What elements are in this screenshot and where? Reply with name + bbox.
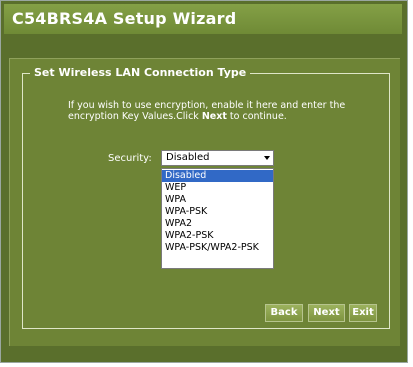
security-option-wpa-psk-wpa2-psk[interactable]: WPA-PSK/WPA2-PSK bbox=[162, 242, 273, 254]
description-text: If you wish to use encryption, enable it… bbox=[68, 100, 388, 122]
security-dropdown-list: Disabled WEP WPA WPA-PSK WPA2 WPA2-PSK W… bbox=[161, 168, 274, 269]
security-option-wep[interactable]: WEP bbox=[162, 182, 273, 194]
security-label: Security: bbox=[108, 153, 152, 164]
window-title: C54BRS4A Setup Wizard bbox=[4, 4, 402, 34]
security-option-wpa2[interactable]: WPA2 bbox=[162, 218, 273, 230]
exit-button[interactable]: Exit bbox=[349, 304, 377, 322]
next-button[interactable]: Next bbox=[308, 304, 345, 322]
security-option-wpa[interactable]: WPA bbox=[162, 194, 273, 206]
security-select[interactable]: Disabled bbox=[161, 150, 274, 166]
groupbox-legend: Set Wireless LAN Connection Type bbox=[30, 66, 251, 79]
security-selected-value: Disabled bbox=[166, 152, 210, 163]
security-option-wpa2-psk[interactable]: WPA2-PSK bbox=[162, 230, 273, 242]
back-button[interactable]: Back bbox=[265, 304, 303, 322]
security-option-wpa-psk[interactable]: WPA-PSK bbox=[162, 206, 273, 218]
security-option-disabled[interactable]: Disabled bbox=[162, 170, 273, 182]
chevron-down-icon[interactable] bbox=[264, 156, 270, 160]
description-next-word: Next bbox=[201, 111, 227, 122]
description-post: to continue. bbox=[226, 111, 287, 122]
